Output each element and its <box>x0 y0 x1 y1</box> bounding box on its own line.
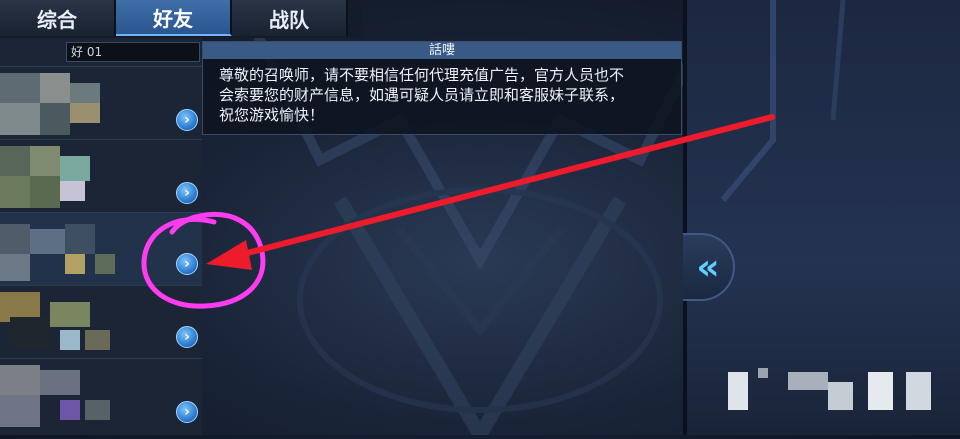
friend-row[interactable]: › <box>0 139 202 212</box>
chevron-right-icon[interactable]: › <box>176 109 198 131</box>
panel-divider <box>683 0 687 435</box>
message-line: 祝您游戏愉快！ <box>219 106 325 124</box>
tab-bar: 综合 好友 战队 <box>0 0 362 38</box>
friend-search-input[interactable]: 好 01 <box>66 42 200 62</box>
blurred-watermark <box>728 368 933 410</box>
blurred-avatar <box>0 219 160 281</box>
friend-list: 好 01 › › › › › <box>0 38 202 435</box>
blurred-avatar <box>0 73 160 135</box>
friend-search-row: 好 01 <box>0 38 202 66</box>
tab-friends[interactable]: 好友 <box>116 0 232 36</box>
chevron-right-icon[interactable]: › <box>176 401 198 423</box>
system-message-box: 話嘍 尊敬的召唤师，请不要相信任何代理充值广告，官方人员也不 会索要您的财产信息… <box>202 41 682 135</box>
blurred-avatar <box>0 365 160 427</box>
blurred-avatar <box>0 146 160 208</box>
double-chevron-left-icon: « <box>696 246 720 288</box>
message-line: 会索要您的财产信息，如遇可疑人员请立即和客服妹子联系， <box>219 86 625 104</box>
friend-row[interactable]: › <box>0 358 202 431</box>
chevron-right-icon[interactable]: › <box>176 182 198 204</box>
tab-general[interactable]: 综合 <box>0 0 116 36</box>
message-body: 尊敬的召唤师，请不要相信任何代理充值广告，官方人员也不 会索要您的财产信息，如遇… <box>203 59 681 125</box>
friend-row-selected[interactable]: › <box>0 212 202 285</box>
blurred-avatar <box>0 292 160 354</box>
chevron-right-icon[interactable]: › <box>176 326 198 348</box>
tab-team[interactable]: 战队 <box>232 0 348 36</box>
chevron-right-icon[interactable]: › <box>176 253 198 275</box>
message-line: 尊敬的召唤师，请不要相信任何代理充值广告，官方人员也不 <box>219 66 625 84</box>
friend-row[interactable]: › <box>0 66 202 139</box>
friend-row[interactable]: › <box>0 285 202 358</box>
message-title: 話嘍 <box>203 42 681 59</box>
